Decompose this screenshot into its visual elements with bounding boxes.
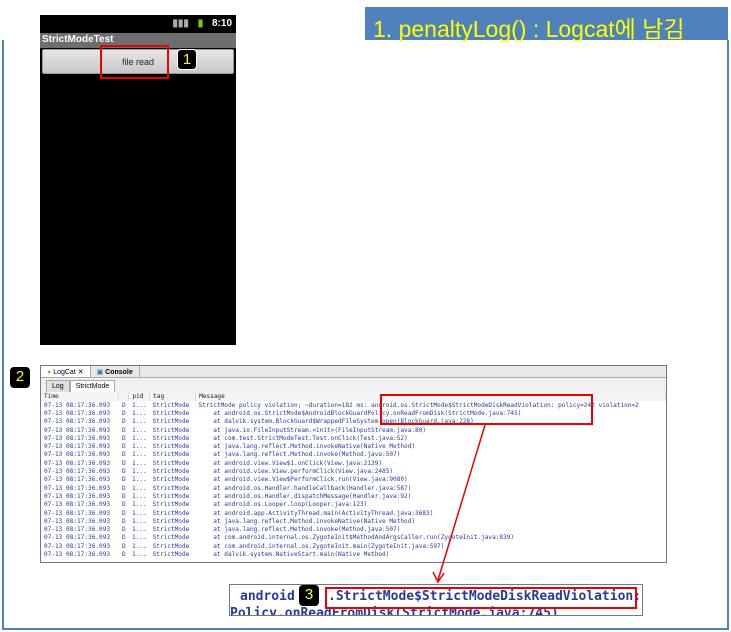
badge-3: 3 bbox=[299, 585, 319, 606]
highlight-box-3 bbox=[325, 587, 637, 609]
arrow bbox=[432, 424, 486, 584]
